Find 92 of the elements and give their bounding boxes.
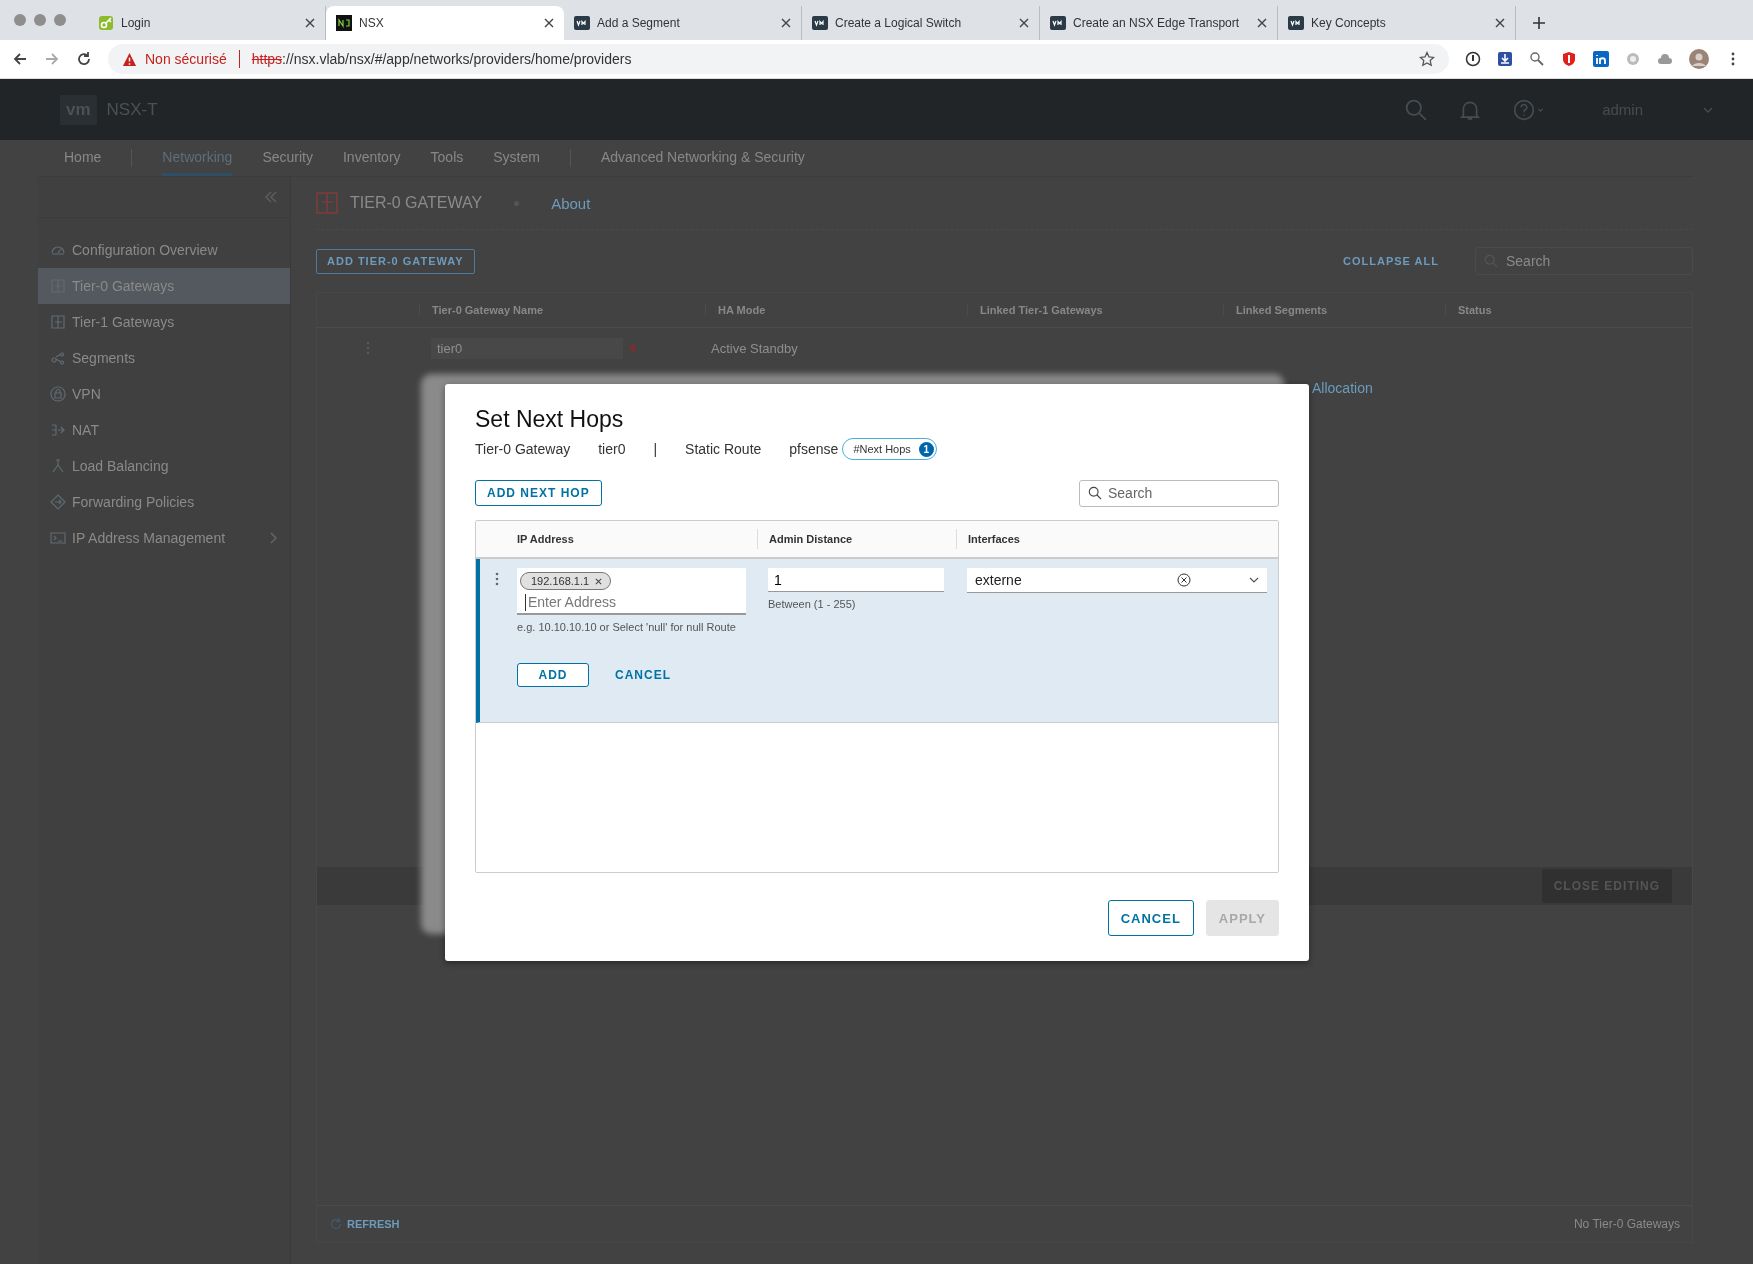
close-tab-icon[interactable] (1257, 18, 1267, 28)
nav-tab[interactable]: Home (64, 140, 102, 176)
nav-tab[interactable]: Tools (430, 140, 464, 176)
add-gateway-button[interactable]: ADD TIER-0 GATEWAY (316, 248, 475, 274)
context-value: tier0 (598, 441, 626, 457)
url-text: https://nsx.vlab/nsx/#/app/networks/providers/home/providers (251, 51, 633, 67)
ip-hint: e.g. 10.10.10.10 or Select 'null' for null Route (517, 621, 737, 633)
interface-select[interactable]: externe (967, 568, 1267, 593)
favicon-icon (336, 15, 352, 31)
sidebar-item[interactable]: IP Address Management (38, 520, 290, 556)
ip-tag: 192.168.1.1 (520, 572, 612, 590)
diamond-icon (50, 494, 66, 510)
separator-text: | (653, 441, 658, 457)
distance-hint: Between (1 - 255) (768, 598, 857, 610)
close-tab-icon[interactable] (305, 18, 315, 28)
warning-icon (122, 51, 137, 67)
context-value: pfsense (789, 441, 839, 457)
key-icon (98, 15, 114, 31)
about-link[interactable]: About (551, 194, 591, 212)
context-label: Static Route (685, 441, 762, 457)
ip-address-field[interactable]: 192.168.1.1 Enter Address (517, 568, 746, 615)
extension-icon[interactable] (1465, 51, 1481, 67)
sidebar-item[interactable]: VPN (38, 376, 290, 412)
download-icon[interactable] (1497, 51, 1513, 67)
reload-icon[interactable] (76, 51, 92, 67)
search-icon (1088, 486, 1102, 500)
favicon-icon (1288, 15, 1304, 31)
clear-icon[interactable] (1177, 573, 1191, 587)
refresh-button[interactable]: REFRESH (347, 1218, 400, 1230)
allocation-link[interactable]: Allocation (1312, 380, 1373, 396)
sidebar-item[interactable]: Load Balancing (38, 448, 290, 484)
cancel-link[interactable]: CANCEL (615, 668, 671, 682)
close-tab-icon[interactable] (544, 18, 554, 28)
search-field[interactable]: Search (1475, 247, 1693, 275)
linkedin-icon[interactable] (1593, 51, 1609, 67)
admin-distance-field[interactable]: 1 (768, 568, 944, 592)
shield-icon[interactable] (1561, 51, 1577, 67)
favicon-icon (574, 15, 590, 31)
dialog-title: Set Next Hops (475, 405, 625, 434)
sidebar-item[interactable]: Segments (38, 340, 290, 376)
count-badge: 1 (918, 441, 934, 457)
nav-tab[interactable]: Advanced Networking & Security (600, 140, 805, 176)
collapse-all-button[interactable]: COLLAPSE ALL (1337, 254, 1445, 268)
gateway-count: No Tier-0 Gateways (1573, 1217, 1680, 1231)
security-warning: Non sécurisé (145, 51, 227, 67)
search-field[interactable]: Search (1079, 479, 1279, 507)
sidebar-item[interactable]: Forwarding Policies (38, 484, 290, 520)
context-label: Tier-0 Gateway (475, 441, 571, 457)
column-header: Interfaces (956, 529, 1278, 549)
column-header: Status (1445, 304, 1692, 316)
nav-tab[interactable]: Inventory (342, 140, 401, 176)
back-icon[interactable] (12, 51, 28, 67)
new-tab-icon[interactable] (1532, 16, 1546, 30)
remove-icon[interactable] (595, 577, 603, 585)
column-header: Linked Segments (1223, 304, 1445, 316)
nav-tab[interactable]: Security (262, 140, 313, 176)
add-next-hop-button[interactable]: ADD NEXT HOP (475, 480, 602, 506)
avatar-icon[interactable] (1689, 49, 1709, 69)
column-header: Admin Distance (757, 529, 956, 549)
column-header: IP Address (517, 532, 575, 547)
pill-label: #Next Hops (853, 443, 911, 455)
arrow-icon (50, 422, 66, 438)
add-button[interactable]: ADD (517, 663, 589, 687)
column-header: Tier-0 Gateway Name (419, 304, 705, 316)
ha-mode-select[interactable]: Active Standby (705, 341, 798, 356)
sidebar-item[interactable]: NAT (38, 412, 290, 448)
close-tab-icon[interactable] (1019, 18, 1029, 28)
caret-icon[interactable] (1249, 577, 1259, 583)
browser-tab[interactable]: NSX (326, 6, 564, 40)
row-menu-icon[interactable] (494, 572, 499, 586)
address-bar[interactable]: Non sécurisé https://nsx.vlab/nsx/#/app/networks/providers/home/providers (108, 44, 1449, 74)
close-tab-icon[interactable] (781, 18, 791, 28)
favicon-icon (812, 15, 828, 31)
page-title: TIER-0 GATEWAY (350, 194, 483, 212)
cloud-icon[interactable] (1657, 51, 1673, 67)
gateway-icon (316, 192, 338, 214)
close-tab-icon[interactable] (1495, 18, 1505, 28)
network-icon (50, 458, 66, 474)
star-icon[interactable] (1419, 51, 1435, 67)
dialog-button[interactable]: CANCEL (1107, 900, 1194, 936)
terminal-icon (50, 530, 66, 546)
grid-icon (50, 314, 66, 330)
sidebar-item[interactable]: Configuration Overview (38, 232, 290, 268)
lock-icon (50, 386, 66, 402)
favicon-icon (1050, 15, 1066, 31)
sidebar-item[interactable]: Tier-1 Gateways (38, 304, 290, 340)
column-header: Linked Tier-1 Gateways (967, 304, 1223, 316)
nav-tab[interactable]: System (493, 140, 540, 176)
name-field[interactable]: tier0 (431, 337, 623, 359)
share-icon (50, 350, 66, 366)
column-header: HA Mode (705, 304, 967, 316)
extension-icon[interactable] (1529, 51, 1545, 67)
